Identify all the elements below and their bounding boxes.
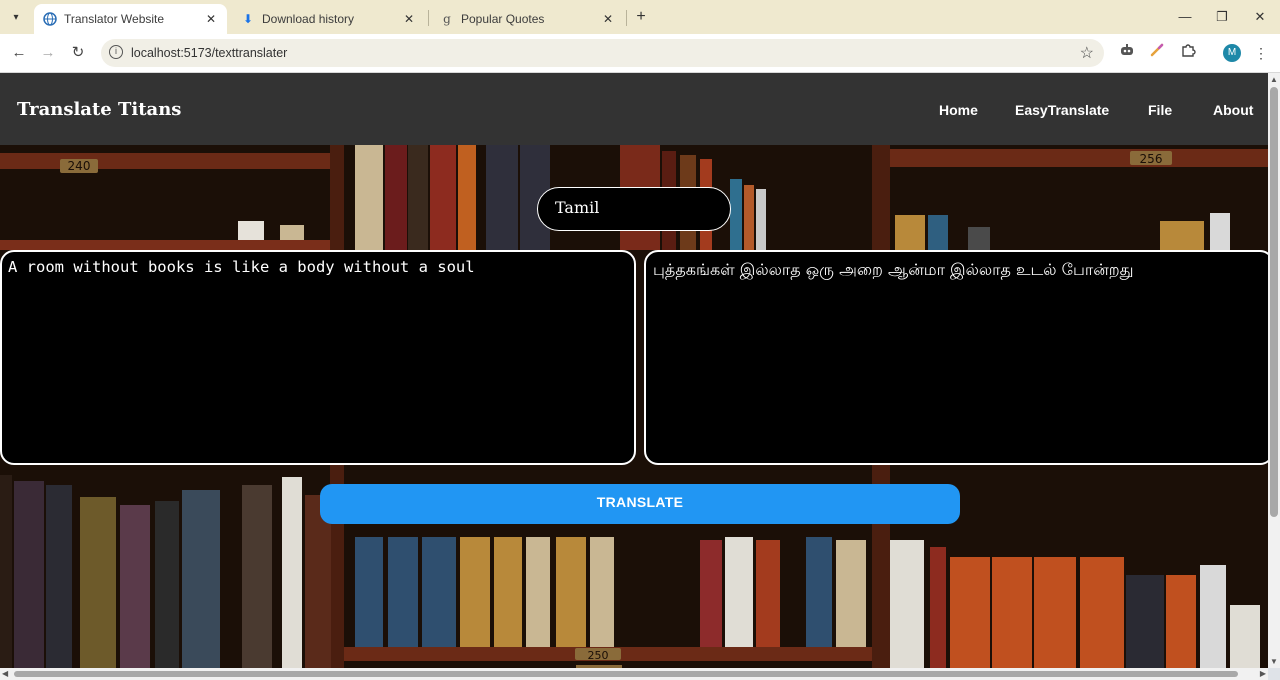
bookmark-star-icon[interactable]: ☆ [1080, 43, 1094, 63]
shelf-label: 256 [1140, 152, 1163, 166]
pen-extension-icon[interactable] [1146, 42, 1168, 64]
page-viewport: 240 256 250 Translate Titans Home EasyTr… [0, 73, 1268, 668]
site-header: Translate Titans Home EasyTranslate File… [0, 73, 1268, 145]
tab-title: Download history [262, 12, 355, 26]
address-bar[interactable]: i localhost:5173/texttranslater ☆ [101, 39, 1104, 67]
horizontal-scrollbar[interactable]: ◀ ▶ [0, 668, 1268, 680]
nav-easytranslate[interactable]: EasyTranslate [1015, 102, 1109, 118]
close-icon[interactable]: ✕ [401, 12, 417, 26]
url-text: localhost:5173/texttranslater [131, 46, 288, 60]
forward-button[interactable]: → [37, 42, 59, 64]
close-window-button[interactable]: ✕ [1245, 6, 1275, 28]
globe-icon [42, 11, 58, 27]
tab-title: Popular Quotes [461, 12, 545, 26]
more-menu-icon[interactable]: ⋮ [1250, 42, 1272, 64]
translate-button[interactable]: TRANSLATE [320, 484, 960, 524]
scroll-down-icon[interactable]: ▼ [1270, 657, 1278, 666]
reload-button[interactable]: ↻ [67, 42, 89, 64]
tab-popular-quotes[interactable]: g Popular Quotes ✕ [431, 4, 624, 34]
nav-about[interactable]: About [1213, 102, 1253, 118]
scroll-up-icon[interactable]: ▲ [1270, 75, 1278, 84]
tab-translator-website[interactable]: Translator Website ✕ [34, 4, 227, 34]
tab-search-icon[interactable]: ▾ [6, 7, 26, 27]
vertical-scrollbar[interactable]: ▲ ▼ [1268, 73, 1280, 668]
close-icon[interactable]: ✕ [600, 12, 616, 26]
nav-home[interactable]: Home [939, 102, 978, 118]
tab-divider [626, 10, 627, 26]
profile-avatar[interactable]: M [1223, 44, 1241, 62]
close-icon[interactable]: ✕ [203, 12, 219, 26]
new-tab-button[interactable]: + [632, 8, 650, 26]
restore-button[interactable]: ❐ [1207, 6, 1237, 28]
translated-text-output[interactable]: புத்தகங்கள் இல்லாத ஒரு அறை ஆன்மா இல்லாத … [644, 250, 1268, 465]
shelf-label: 240 [68, 159, 91, 173]
site-info-icon[interactable]: i [109, 45, 123, 59]
browser-tab-strip: ▾ Translator Website ✕ ⬇ Download histor… [0, 0, 1280, 34]
back-button[interactable]: ← [8, 42, 30, 64]
brand-logo[interactable]: Translate Titans [17, 99, 181, 120]
source-text-input[interactable]: A room without books is like a body with… [0, 250, 636, 465]
download-icon: ⬇ [242, 12, 254, 26]
horizontal-scroll-thumb[interactable] [14, 671, 1238, 677]
nav-file[interactable]: File [1148, 102, 1172, 118]
puzzle-extensions-icon[interactable] [1177, 42, 1199, 64]
vertical-scroll-thumb[interactable] [1270, 87, 1278, 517]
tab-divider [428, 10, 429, 26]
tab-download-history[interactable]: ⬇ Download history ✕ [232, 4, 425, 34]
shelf-label: 250 [588, 649, 609, 662]
tab-title: Translator Website [64, 12, 165, 26]
scroll-left-icon[interactable]: ◀ [2, 669, 8, 678]
extension-icon[interactable] [1116, 42, 1138, 64]
goodreads-icon: g [443, 12, 451, 26]
minimize-button[interactable]: — [1170, 6, 1200, 28]
target-language-select[interactable]: Tamil [537, 187, 731, 231]
browser-toolbar: ← → ↻ i localhost:5173/texttranslater ☆ … [0, 34, 1280, 73]
scroll-right-icon[interactable]: ▶ [1260, 669, 1266, 678]
